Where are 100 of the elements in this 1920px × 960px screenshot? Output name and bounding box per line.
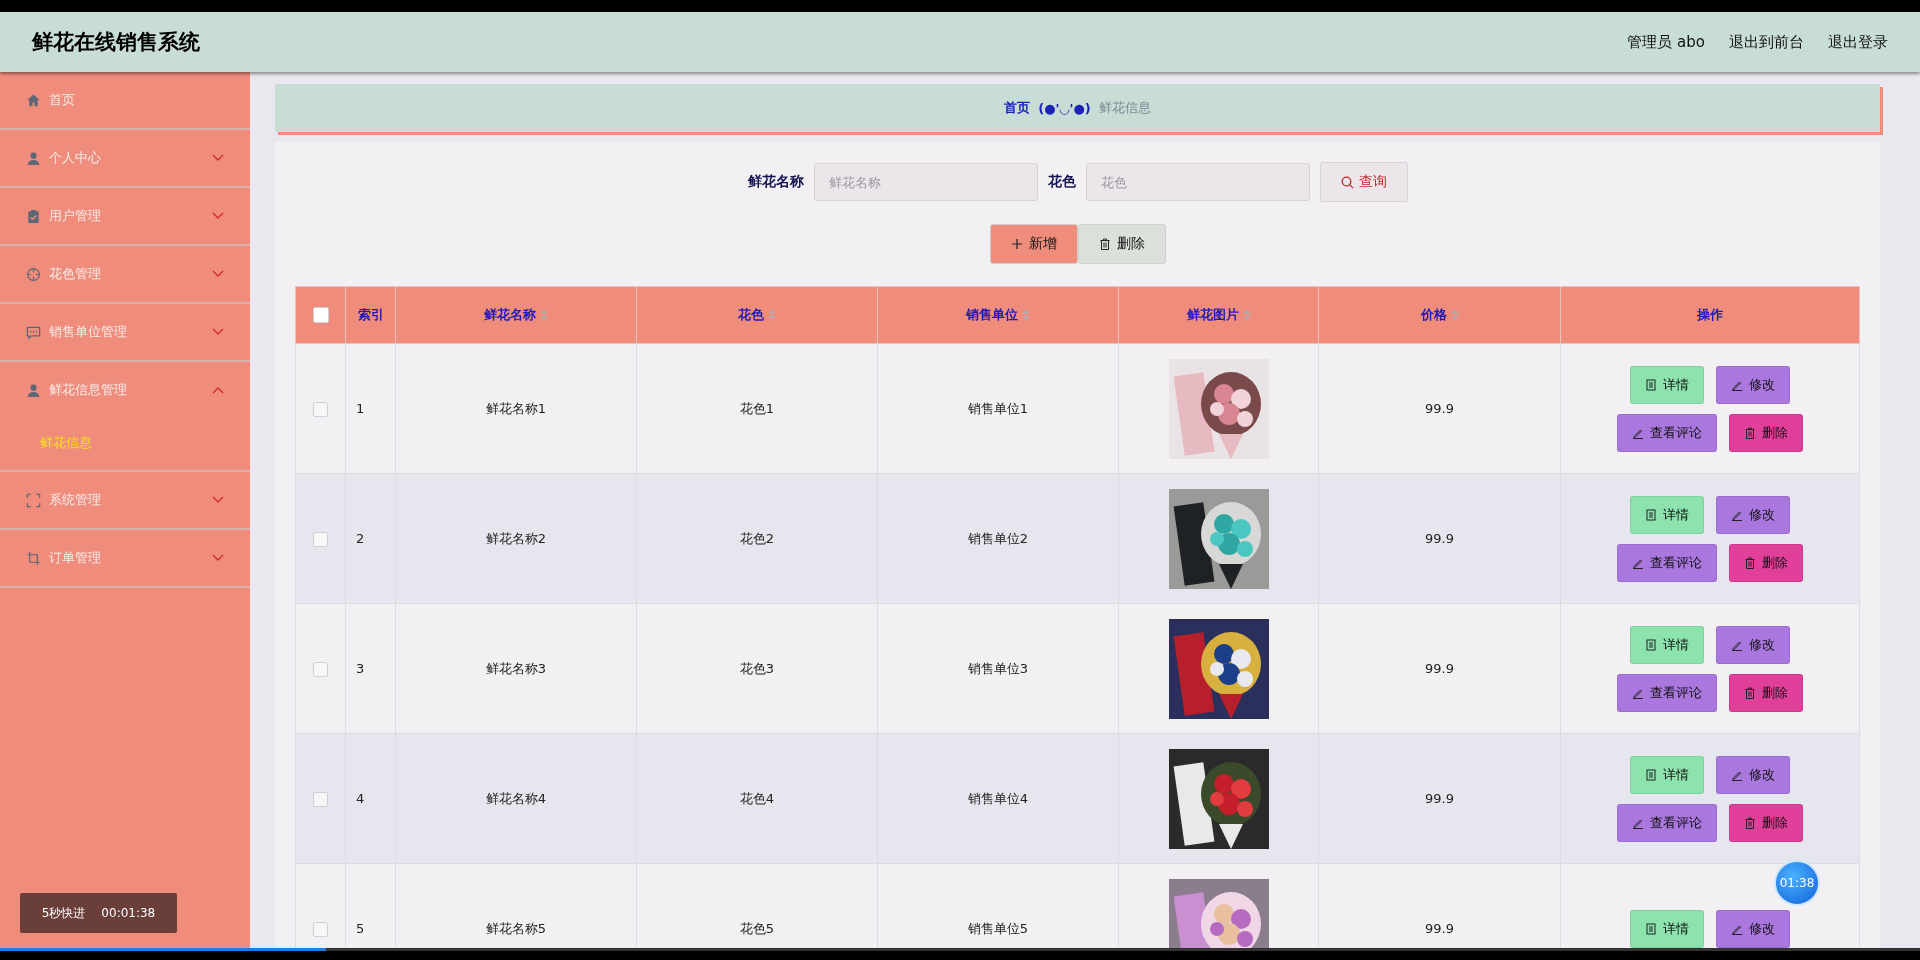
- document-icon: [1645, 378, 1657, 391]
- table-cell: 花色4: [636, 733, 878, 864]
- table-cell: 销售单位1: [877, 343, 1119, 474]
- edit-button[interactable]: 修改: [1716, 495, 1790, 534]
- crosshair-icon: [26, 266, 41, 282]
- chevron-down-icon: [212, 154, 224, 162]
- detail-button[interactable]: 详情: [1630, 755, 1704, 794]
- edit-button[interactable]: 修改: [1716, 755, 1790, 794]
- sort-icon[interactable]: [1242, 309, 1251, 321]
- chat-icon: [26, 324, 41, 340]
- crop-icon: [26, 550, 41, 566]
- table-cell: 99.9: [1318, 473, 1561, 604]
- search-icon: [1340, 175, 1354, 189]
- delete-button[interactable]: 删除: [1729, 803, 1803, 842]
- edit-button[interactable]: 修改: [1716, 625, 1790, 664]
- column-header[interactable]: 价格: [1420, 306, 1447, 324]
- table-cell: 1: [345, 343, 396, 474]
- clipboard-icon: [26, 208, 41, 224]
- row-checkbox[interactable]: [313, 921, 328, 937]
- table-cell: 花色2: [636, 473, 878, 604]
- sort-icon[interactable]: [1022, 309, 1030, 321]
- table-cell: 花色1: [636, 343, 878, 474]
- breadcrumb-link[interactable]: 首页: [1004, 99, 1031, 117]
- delete-button[interactable]: 删除: [1077, 224, 1166, 264]
- table-cell: 鲜花名称1: [395, 343, 637, 474]
- table-cell: 99.9: [1318, 343, 1561, 474]
- document-icon: [1645, 922, 1657, 935]
- column-header[interactable]: 花色: [738, 306, 764, 324]
- add-button[interactable]: 新增: [989, 224, 1078, 264]
- table-cell: 花色3: [636, 603, 878, 734]
- row-checkbox[interactable]: [313, 791, 328, 807]
- column-header[interactable]: 销售单位: [966, 306, 1018, 324]
- frame-icon: [26, 492, 41, 508]
- field-label: 鲜花名称: [747, 173, 804, 191]
- trash-icon: [1098, 238, 1111, 250]
- search-field[interactable]: 花色: [1085, 163, 1310, 201]
- trash-icon: [1744, 556, 1756, 569]
- plus-icon: [1010, 238, 1023, 250]
- toast-time: 00:01:38: [101, 906, 156, 920]
- header-link[interactable]: 管理员 abo: [1627, 32, 1705, 52]
- table-cell: 5: [345, 863, 396, 948]
- breadcrumb-current: 鲜花信息: [1098, 99, 1151, 117]
- table-cell: 4: [345, 733, 396, 864]
- trash-icon: [1744, 816, 1756, 829]
- trash-icon: [1744, 426, 1756, 439]
- app-title: 鲜花在线销售系统: [32, 29, 201, 56]
- chevron-down-icon: [212, 554, 224, 562]
- chevron-down-icon: [212, 270, 224, 278]
- row-checkbox[interactable]: [313, 531, 328, 547]
- detail-button[interactable]: 详情: [1630, 365, 1704, 404]
- table-cell: 销售单位2: [877, 473, 1119, 604]
- trash-icon: [1744, 686, 1756, 699]
- chevron-up-icon: [212, 386, 224, 394]
- sort-icon[interactable]: [1450, 309, 1459, 321]
- edit-button[interactable]: 修改: [1716, 909, 1790, 948]
- column-header: 索引: [357, 306, 384, 324]
- header-link[interactable]: 退出到前台: [1729, 32, 1804, 52]
- table-cell: 2: [345, 473, 396, 604]
- delete-button[interactable]: 删除: [1729, 543, 1803, 582]
- user-icon: [26, 382, 41, 398]
- table-cell: 鲜花名称4: [395, 733, 637, 864]
- select-all-checkbox[interactable]: [312, 307, 329, 324]
- progress-bar[interactable]: [0, 948, 327, 951]
- breadcrumb-separator: (●'◡'●): [1038, 100, 1091, 116]
- field-label: 花色: [1047, 173, 1076, 191]
- row-checkbox[interactable]: [313, 401, 328, 417]
- comments-button[interactable]: 查看评论: [1617, 673, 1717, 712]
- search-button[interactable]: 查询: [1319, 162, 1408, 202]
- table-cell: 99.9: [1318, 733, 1561, 864]
- delete-button[interactable]: 删除: [1729, 413, 1803, 452]
- edit-button[interactable]: 修改: [1716, 365, 1790, 404]
- chevron-down-icon: [212, 212, 224, 220]
- sort-icon[interactable]: [540, 309, 548, 321]
- column-header[interactable]: 鲜花名称: [484, 306, 536, 324]
- delete-button[interactable]: 删除: [1729, 673, 1803, 712]
- table-cell: 鲜花名称3: [395, 603, 637, 734]
- comments-button[interactable]: 查看评论: [1617, 543, 1717, 582]
- header-link[interactable]: 退出登录: [1828, 32, 1888, 52]
- table-cell: 99.9: [1318, 863, 1561, 948]
- user-icon: [26, 150, 41, 166]
- comments-button[interactable]: 查看评论: [1617, 413, 1717, 452]
- column-header[interactable]: 鲜花图片: [1186, 306, 1239, 324]
- home-icon: [26, 92, 41, 108]
- column-header: 操作: [1697, 306, 1723, 324]
- search-field[interactable]: 鲜花名称: [813, 163, 1038, 201]
- table-cell: 销售单位3: [877, 603, 1119, 734]
- row-checkbox[interactable]: [313, 661, 328, 677]
- document-icon: [1645, 508, 1657, 521]
- chevron-down-icon: [212, 496, 224, 504]
- comments-button[interactable]: 查看评论: [1617, 803, 1717, 842]
- table-cell: 99.9: [1318, 603, 1561, 734]
- table-cell: 3: [345, 603, 396, 734]
- detail-button[interactable]: 详情: [1630, 495, 1704, 534]
- chevron-down-icon: [212, 328, 224, 336]
- detail-button[interactable]: 详情: [1630, 909, 1704, 948]
- detail-button[interactable]: 详情: [1630, 625, 1704, 664]
- document-icon: [1645, 768, 1657, 781]
- table-cell: 鲜花名称2: [395, 473, 637, 604]
- table-cell: 花色5: [636, 863, 878, 948]
- sort-icon[interactable]: [768, 309, 776, 321]
